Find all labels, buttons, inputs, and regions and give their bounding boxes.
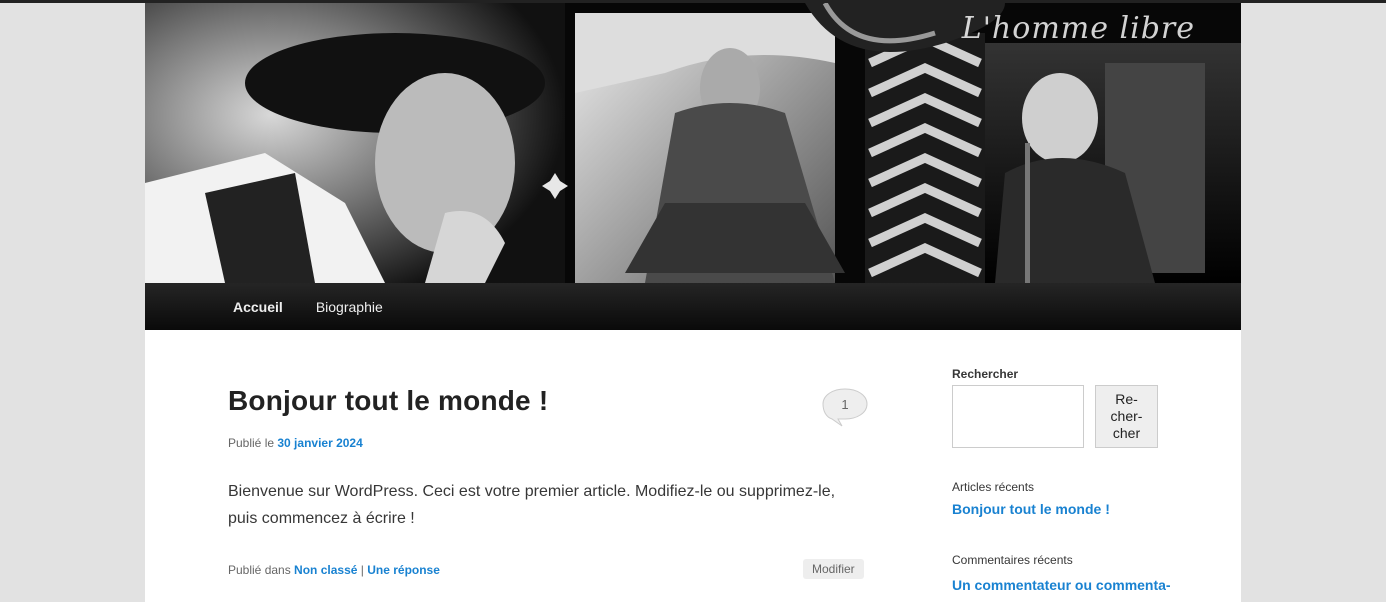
nav-item-biographie[interactable]: Biographie <box>304 299 395 315</box>
post-date-link[interactable]: 30 janvier 2024 <box>277 436 362 450</box>
search-button-line: cher <box>1112 425 1141 441</box>
search-button[interactable]: Re- cher- cher <box>1095 385 1158 448</box>
page-wrapper: L'homme libre Accueil Biographie Bonjour… <box>145 3 1241 602</box>
recent-comment-link[interactable]: Un commentateur ou commenta- <box>952 577 1171 593</box>
post-meta-prefix: Publié le <box>228 436 278 450</box>
nav-item-accueil[interactable]: Accueil <box>221 299 295 315</box>
search-button-line: cher- <box>1110 408 1143 424</box>
reply-link[interactable]: Une réponse <box>367 563 440 577</box>
search-widget-title: Rechercher <box>952 367 1019 381</box>
post-body: Bienvenue sur WordPress. Ceci est votre … <box>228 483 836 527</box>
comment-count: 1 <box>841 396 849 412</box>
category-link[interactable]: Non classé <box>294 563 357 577</box>
header-image[interactable]: L'homme libre <box>145 3 1241 283</box>
post-footer-meta: Publié dans Non classé | Une réponse <box>228 563 440 577</box>
header-signature-title: L'homme libre <box>961 11 1195 46</box>
main-navigation: Accueil Biographie <box>145 283 1241 330</box>
post-meta: Publié le 30 janvier 2024 <box>228 436 363 450</box>
meta-separator: | <box>357 563 368 577</box>
recent-comments-title: Commentaires récents <box>952 553 1073 567</box>
category-prefix: Publié dans <box>228 563 295 577</box>
search-input[interactable] <box>952 385 1084 448</box>
edit-button[interactable]: Modifier <box>803 559 864 579</box>
recent-post-link[interactable]: Bonjour tout le monde ! <box>952 501 1110 517</box>
comments-bubble[interactable]: 1 <box>822 388 868 427</box>
recent-posts-title: Articles récents <box>952 480 1035 494</box>
search-button-line: Re- <box>1115 391 1138 407</box>
post-title[interactable]: Bonjour tout le monde ! <box>228 385 548 417</box>
